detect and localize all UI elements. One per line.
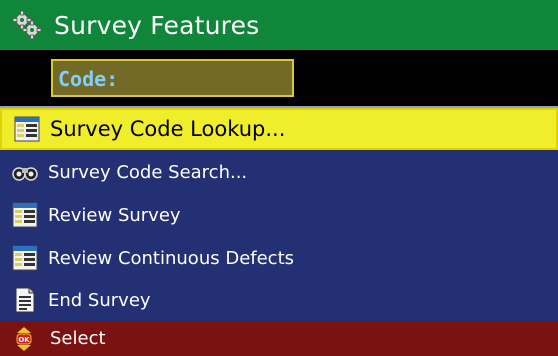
binoculars-icon: [12, 159, 38, 185]
code-input[interactable]: Code:: [51, 59, 294, 97]
header-bar: Survey Features: [0, 0, 558, 50]
select-label: Select: [50, 328, 106, 349]
menu-item-label: Survey Code Lookup...: [50, 117, 286, 141]
code-label: Code:: [58, 67, 119, 91]
gears-icon: [12, 10, 42, 40]
ok-updown-icon: OK: [15, 326, 33, 352]
menu-item-end-survey[interactable]: End Survey: [0, 279, 558, 321]
menu-item-review-survey[interactable]: Review Survey: [0, 194, 558, 236]
screen: Survey Features Code: Survey Code Lookup…: [0, 0, 558, 356]
menu-item-label: Review Continuous Defects: [48, 247, 295, 269]
menu-item-label: Survey Code Search...: [48, 161, 248, 183]
ok-text: OK: [18, 336, 30, 344]
menu-item-label: End Survey: [48, 289, 151, 311]
menu-item-survey-code-lookup[interactable]: Survey Code Lookup...: [0, 108, 558, 150]
menu-item-label: Review Survey: [48, 204, 181, 226]
code-list-icon: [12, 202, 38, 228]
code-list-icon: [14, 116, 40, 142]
menu-list: Survey Code Lookup... Survey Code Search…: [0, 108, 558, 321]
menu-item-review-continuous-defects[interactable]: Review Continuous Defects: [0, 237, 558, 279]
code-list-icon: [12, 245, 38, 271]
menu-item-survey-code-search[interactable]: Survey Code Search...: [0, 151, 558, 193]
page-title: Survey Features: [54, 10, 260, 40]
document-icon: [12, 287, 38, 313]
footer-bar: OK Select: [0, 321, 558, 356]
